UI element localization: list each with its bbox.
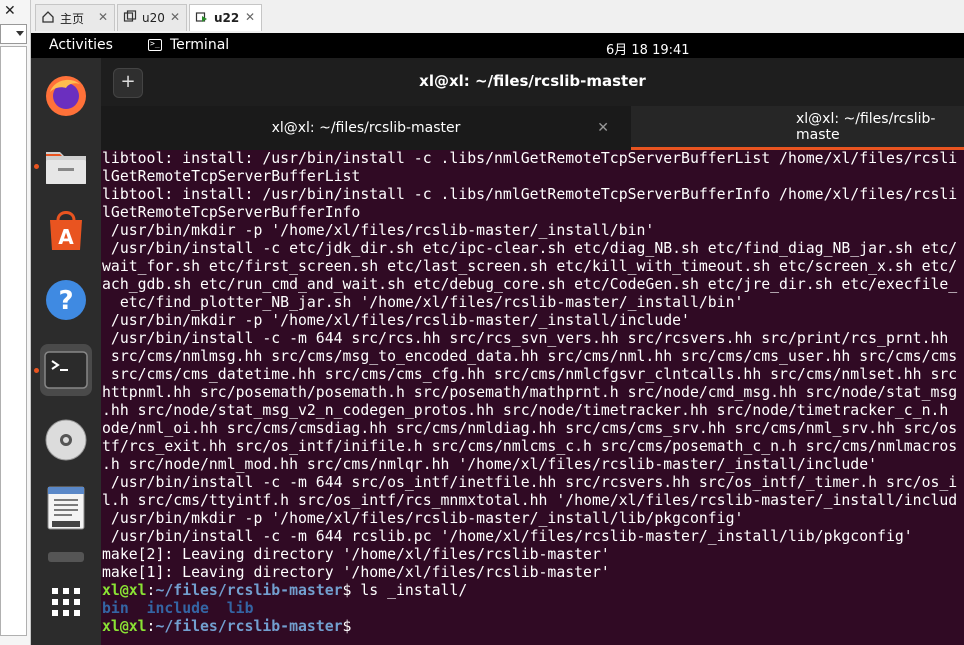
output-line: lGetRemoteTcpServerBufferInfo [102, 204, 361, 221]
terminal-icon[interactable] [40, 344, 92, 396]
output-line: l.h src/cms/ttyintf.h src/os_intf/rcs_mn… [102, 492, 958, 509]
terminal-output[interactable]: libtool: install: /usr/bin/install -c .l… [101, 150, 964, 645]
output-line: ach_gdb.sh etc/run_cmd_and_wait.sh etc/d… [102, 276, 958, 293]
clock[interactable]: 6月 18 19:41 [606, 39, 690, 58]
vm-tab-label: u20 [142, 11, 165, 25]
prompt-dollar: $ [342, 618, 352, 635]
output-line: /usr/bin/install -c -m 644 rcslib.pc '/h… [102, 528, 913, 545]
output-line: tf/rcs_exit.hh src/os_intf/inifile.h src… [102, 438, 958, 455]
prompt-user: xl@xl [102, 618, 147, 635]
output-line: make[2]: Leaving directory '/home/xl/fil… [102, 546, 610, 563]
prompt-user: xl@xl [102, 582, 147, 599]
output-line: src/cms/cms_datetime.hh src/cms/cms_cfg.… [102, 366, 958, 383]
host-sidebar: ✕ [0, 0, 31, 645]
vm-tab-home[interactable]: 主页 ✕ [35, 4, 115, 31]
dir-entry: lib [226, 600, 254, 617]
output-line: .h src/node/nml_mod.hh src/cms/nmlqr.hh … [102, 456, 878, 473]
output-line: wait_for.sh etc/first_screen.sh etc/last… [102, 258, 958, 275]
prompt-path: ~/files/rcslib-master [155, 582, 343, 599]
vm-icon [123, 10, 137, 22]
vm-tab-label: 主页 [60, 11, 85, 26]
prompt-line: xl@xl:~/files/rcslib-master$ [102, 618, 964, 636]
vm-tab-label: u22 [214, 11, 240, 25]
close-icon[interactable]: ✕ [245, 10, 255, 24]
tab-label: xl@xl: ~/files/rcslib-master [271, 120, 461, 136]
tab-label: xl@xl: ~/files/rcslib-maste [796, 110, 936, 143]
ls-output-line: bin include lib [102, 600, 964, 618]
command-text: ls _install/ [351, 582, 468, 599]
files-icon[interactable] [40, 140, 92, 192]
output-line: /usr/bin/mkdir -p '/home/xl/files/rcslib… [102, 222, 655, 239]
drive-icon[interactable] [40, 544, 92, 570]
terminal-tab-2[interactable]: xl@xl: ~/files/rcslib-maste [631, 106, 964, 150]
vm-tab-u22[interactable]: u22 ✕ [189, 4, 262, 31]
output-line: /usr/bin/install -c etc/jdk_dir.sh etc/i… [102, 240, 958, 257]
output-line: .hh src/node/stat_msg_v2_n_codegen_proto… [102, 402, 949, 419]
software-icon[interactable]: A [40, 204, 92, 256]
help-icon[interactable]: ? [40, 274, 92, 326]
running-indicator [34, 368, 39, 373]
text-editor-icon[interactable] [40, 482, 92, 534]
svg-text:?: ? [58, 286, 73, 316]
terminal-window: + xl@xl: ~/files/rcslib-master xl@xl: ~/… [101, 58, 964, 645]
vm-tab-bar: 主页 ✕ u20 ✕ u22 ✕ [31, 0, 964, 33]
output-line: /usr/bin/mkdir -p '/home/xl/files/rcslib… [102, 510, 744, 527]
firefox-icon[interactable] [40, 70, 92, 122]
output-line: /usr/bin/install -c -m 644 src/os_intf/i… [102, 474, 958, 491]
output-line: src/cms/nmlmsg.hh src/cms/msg_to_encoded… [102, 348, 958, 365]
app-menu[interactable]: >_ Terminal [148, 37, 229, 53]
svg-text:A: A [58, 225, 74, 249]
output-line: httpnml.hh src/posemath/posemath.h src/p… [102, 384, 958, 401]
host-library-panel [0, 46, 27, 636]
dir-entry: include [146, 600, 209, 617]
app-grid-icon[interactable] [40, 576, 92, 628]
prompt-path: ~/files/rcslib-master [155, 618, 343, 635]
close-icon[interactable]: ✕ [170, 10, 180, 24]
app-menu-label: Terminal [170, 37, 230, 53]
output-line: /usr/bin/mkdir -p '/home/xl/files/rcslib… [102, 312, 690, 329]
terminal-icon: >_ [148, 39, 162, 51]
vm-running-icon [195, 12, 207, 22]
home-icon [42, 11, 54, 23]
terminal-tab-bar: xl@xl: ~/files/rcslib-master ✕ xl@xl: ~/… [101, 106, 964, 150]
activities-button[interactable]: Activities [49, 37, 113, 53]
host-dropdown[interactable] [0, 24, 27, 44]
output-line: make[1]: Leaving directory '/home/xl/fil… [102, 564, 610, 581]
terminal-tab-1[interactable]: xl@xl: ~/files/rcslib-master ✕ [101, 106, 631, 150]
chevron-down-icon [16, 31, 24, 36]
dock: A ? [31, 58, 101, 645]
prompt-line: xl@xl:~/files/rcslib-master$ ls _install… [102, 582, 964, 600]
terminal-headerbar: + xl@xl: ~/files/rcslib-master [101, 58, 964, 106]
disc-icon[interactable] [40, 414, 92, 466]
gnome-top-bar: Activities >_ Terminal 6月 18 19:41 [31, 33, 964, 58]
output-line: libtool: install: /usr/bin/install -c .l… [102, 186, 958, 203]
vm-tab-u20[interactable]: u20 ✕ [117, 4, 187, 31]
close-icon[interactable]: ✕ [4, 2, 16, 20]
dir-entry: bin [102, 600, 129, 617]
close-icon[interactable]: ✕ [98, 10, 108, 24]
output-line: ode/nml_oi.hh src/cms/cmsdiag.hh src/cms… [102, 420, 958, 437]
output-line: etc/find_plotter_NB_jar.sh '/home/xl/fil… [102, 294, 744, 311]
running-indicator [34, 164, 39, 169]
close-icon[interactable]: ✕ [597, 120, 609, 136]
window-title: xl@xl: ~/files/rcslib-master [419, 72, 646, 90]
output-line: libtool: install: /usr/bin/install -c .l… [102, 150, 958, 167]
output-line: /usr/bin/install -c -m 644 src/rcs.hh sr… [102, 330, 949, 347]
output-lines: libtool: install: /usr/bin/install -c .l… [102, 150, 964, 582]
output-line: lGetRemoteTcpServerBufferList [102, 168, 361, 185]
